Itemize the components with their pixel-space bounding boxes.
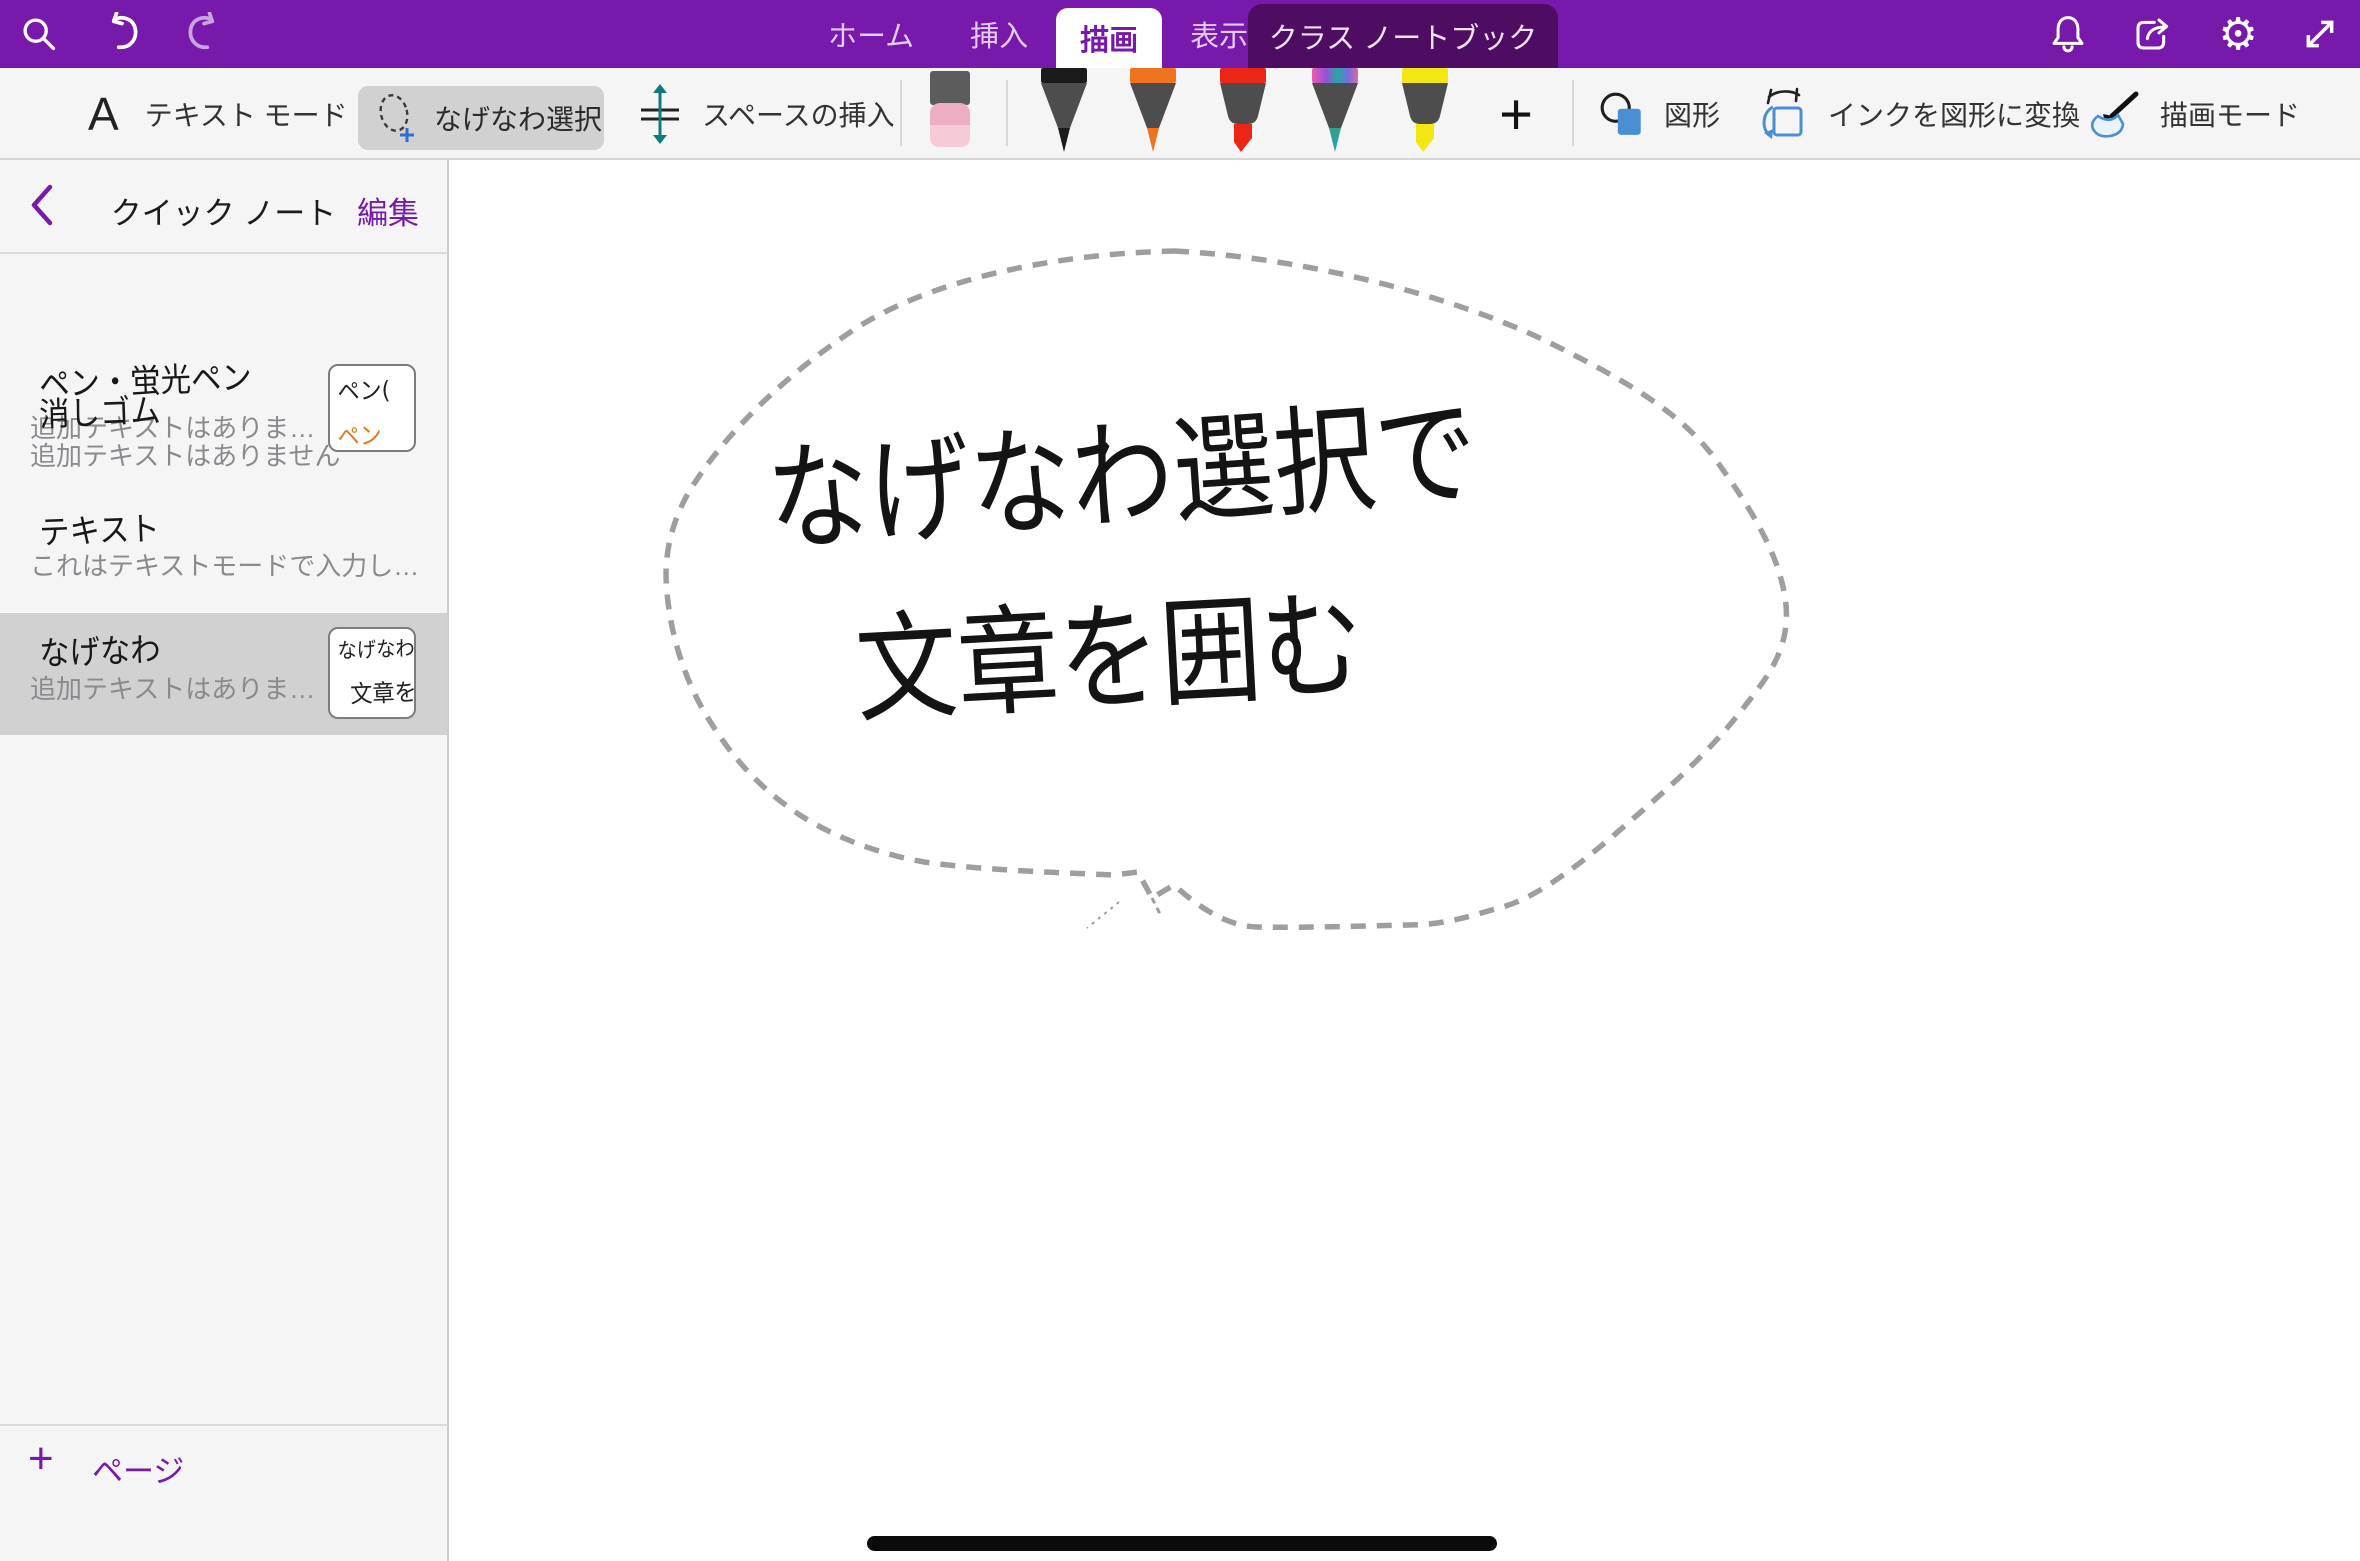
- add-page-button[interactable]: + ページ: [0, 1426, 447, 1506]
- tab-draw[interactable]: 描画: [1056, 8, 1162, 68]
- lasso-icon: [374, 90, 420, 146]
- text-mode-a-icon: A: [88, 87, 119, 141]
- tab-home[interactable]: ホーム: [800, 0, 942, 68]
- ink-to-shape-icon: [1756, 85, 1810, 143]
- note-canvas[interactable]: なげなわ選択で 文章を囲む: [451, 160, 2360, 1561]
- insert-space-icon: [636, 82, 684, 146]
- lasso-select-label: なげなわ選択: [434, 98, 602, 138]
- page-item-text[interactable]: テキスト これはテキストモードで入力し…: [0, 500, 447, 612]
- tab-insert[interactable]: 挿入: [942, 0, 1056, 68]
- add-pen-button[interactable]: +: [1488, 78, 1544, 150]
- page-thumbnail: なげなわ 文章を: [328, 627, 416, 719]
- shapes-icon: [1598, 89, 1648, 139]
- undo-icon[interactable]: [96, 0, 148, 68]
- ribbon-divider: [900, 80, 902, 146]
- onenote-app-window: ホーム 挿入 描画 表示 クラス ノートブック ⚙ A テキスト モード: [0, 0, 2360, 1561]
- home-indicator-bar[interactable]: [867, 1536, 1497, 1551]
- page-subtitle: これはテキストモードで入力し…: [30, 546, 419, 583]
- draw-mode-hand-pen-icon: [2084, 88, 2142, 140]
- shapes-button[interactable]: 図形: [1598, 86, 1720, 142]
- handwriting-line-2[interactable]: 文章を囲む: [851, 548, 1367, 745]
- add-page-label: ページ: [92, 1446, 184, 1491]
- ribbon-tabs: ホーム 挿入 描画 表示: [800, 0, 1276, 68]
- highlighter-red[interactable]: [1214, 68, 1272, 159]
- tab-class-notebook[interactable]: クラス ノートブック: [1248, 4, 1558, 68]
- redo-icon[interactable]: [178, 0, 230, 68]
- pen-black[interactable]: [1035, 68, 1093, 159]
- draw-mode-button[interactable]: 描画モード: [2084, 86, 2300, 142]
- pen-galaxy[interactable]: [1306, 68, 1364, 159]
- edit-button[interactable]: 編集: [357, 188, 419, 233]
- plus-icon: +: [28, 1434, 54, 1484]
- insert-space-button[interactable]: スペースの挿入: [636, 82, 895, 146]
- page-item-pen-highlighter[interactable]: ペン・蛍光ペン 追加テキストはありま… ペン( ペン: [0, 256, 447, 378]
- text-mode-button[interactable]: A テキスト モード: [88, 82, 348, 146]
- page-subtitle: 追加テキストはありません: [30, 436, 340, 473]
- search-icon[interactable]: [16, 0, 62, 68]
- eraser-tool[interactable]: [926, 71, 974, 154]
- lasso-select-button[interactable]: なげなわ選択: [358, 86, 604, 150]
- draw-mode-label: 描画モード: [2160, 94, 2300, 134]
- page-title: なげなわ: [38, 623, 161, 675]
- ink-to-shape-label: インクを図形に変換: [1828, 94, 2080, 134]
- ribbon-divider: [1572, 80, 1574, 146]
- ink-to-shape-button[interactable]: インクを図形に変換: [1756, 82, 2080, 146]
- highlighter-yellow[interactable]: [1396, 68, 1454, 159]
- page-list-sidebar: クイック ノート 編集 ペン・蛍光ペン 追加テキストはありま… ペン( ペン 消…: [0, 160, 449, 1561]
- sidebar-header: クイック ノート 編集: [0, 160, 447, 254]
- page-subtitle: 追加テキストはありま…: [30, 669, 315, 706]
- insert-space-label: スペースの挿入: [702, 94, 895, 134]
- settings-gear-icon[interactable]: ⚙: [2214, 0, 2262, 68]
- share-icon[interactable]: [2128, 0, 2176, 68]
- pen-orange[interactable]: [1124, 68, 1182, 159]
- page-item-eraser[interactable]: 消しゴム 追加テキストはありません: [0, 382, 447, 496]
- text-mode-label: テキスト モード: [145, 94, 348, 134]
- top-app-bar: ホーム 挿入 描画 表示 クラス ノートブック ⚙: [0, 0, 2360, 68]
- ribbon-divider: [1006, 80, 1008, 146]
- shapes-label: 図形: [1664, 94, 1720, 134]
- page-title: 消しゴム: [38, 384, 161, 436]
- page-item-lasso[interactable]: なげなわ 追加テキストはありま… なげなわ 文章を: [0, 613, 447, 735]
- draw-ribbon: A テキスト モード なげなわ選択 スペースの挿入: [0, 68, 2360, 160]
- fullscreen-expand-icon[interactable]: [2296, 0, 2344, 68]
- notifications-bell-icon[interactable]: [2044, 0, 2092, 68]
